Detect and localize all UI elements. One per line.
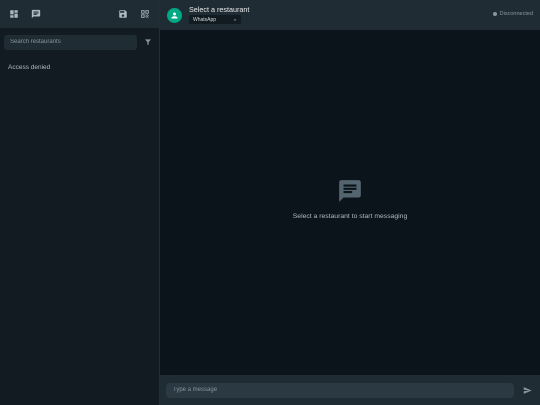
chevron-down-icon: [233, 19, 237, 21]
dashboard-icon[interactable]: [8, 8, 20, 20]
status-dot-icon: [492, 12, 497, 16]
message-box: [166, 382, 514, 398]
chat-bubble-icon: [337, 178, 363, 209]
search-box: [4, 34, 137, 50]
filter-icon[interactable]: [143, 37, 153, 47]
send-icon[interactable]: [522, 385, 532, 395]
search-input[interactable]: [10, 39, 131, 45]
channel-select-value: WhatsApp: [193, 16, 217, 23]
qr-code-icon[interactable]: [139, 8, 151, 20]
save-icon[interactable]: [117, 8, 129, 20]
chat-area: Select a restaurant to start messaging: [160, 30, 540, 375]
chat-header: Select a restaurant WhatsApp Disconnecte…: [160, 0, 540, 30]
app-window: Access denied Select a restaurant WhatsA…: [0, 0, 540, 405]
empty-state-message: Select a restaurant to start messaging: [292, 212, 408, 220]
sidebar-header: [0, 0, 159, 28]
sidebar: Access denied: [0, 0, 160, 405]
page-title: Select a restaurant: [189, 5, 250, 14]
header-text: Select a restaurant WhatsApp: [189, 6, 249, 24]
access-denied-message: Access denied: [8, 64, 51, 71]
channel-select[interactable]: WhatsApp: [189, 15, 241, 24]
status-text: Disconnected: [499, 11, 533, 17]
person-icon[interactable]: [167, 7, 182, 23]
connection-status: Disconnected: [492, 11, 533, 17]
search-row: [0, 31, 159, 53]
message-input[interactable]: [173, 387, 507, 393]
main-panel: Select a restaurant WhatsApp Disconnecte…: [160, 0, 540, 405]
chat-icon[interactable]: [30, 8, 42, 20]
sidebar-header-right: [117, 8, 151, 20]
sidebar-header-left: [8, 8, 42, 20]
message-composer: [160, 375, 540, 405]
